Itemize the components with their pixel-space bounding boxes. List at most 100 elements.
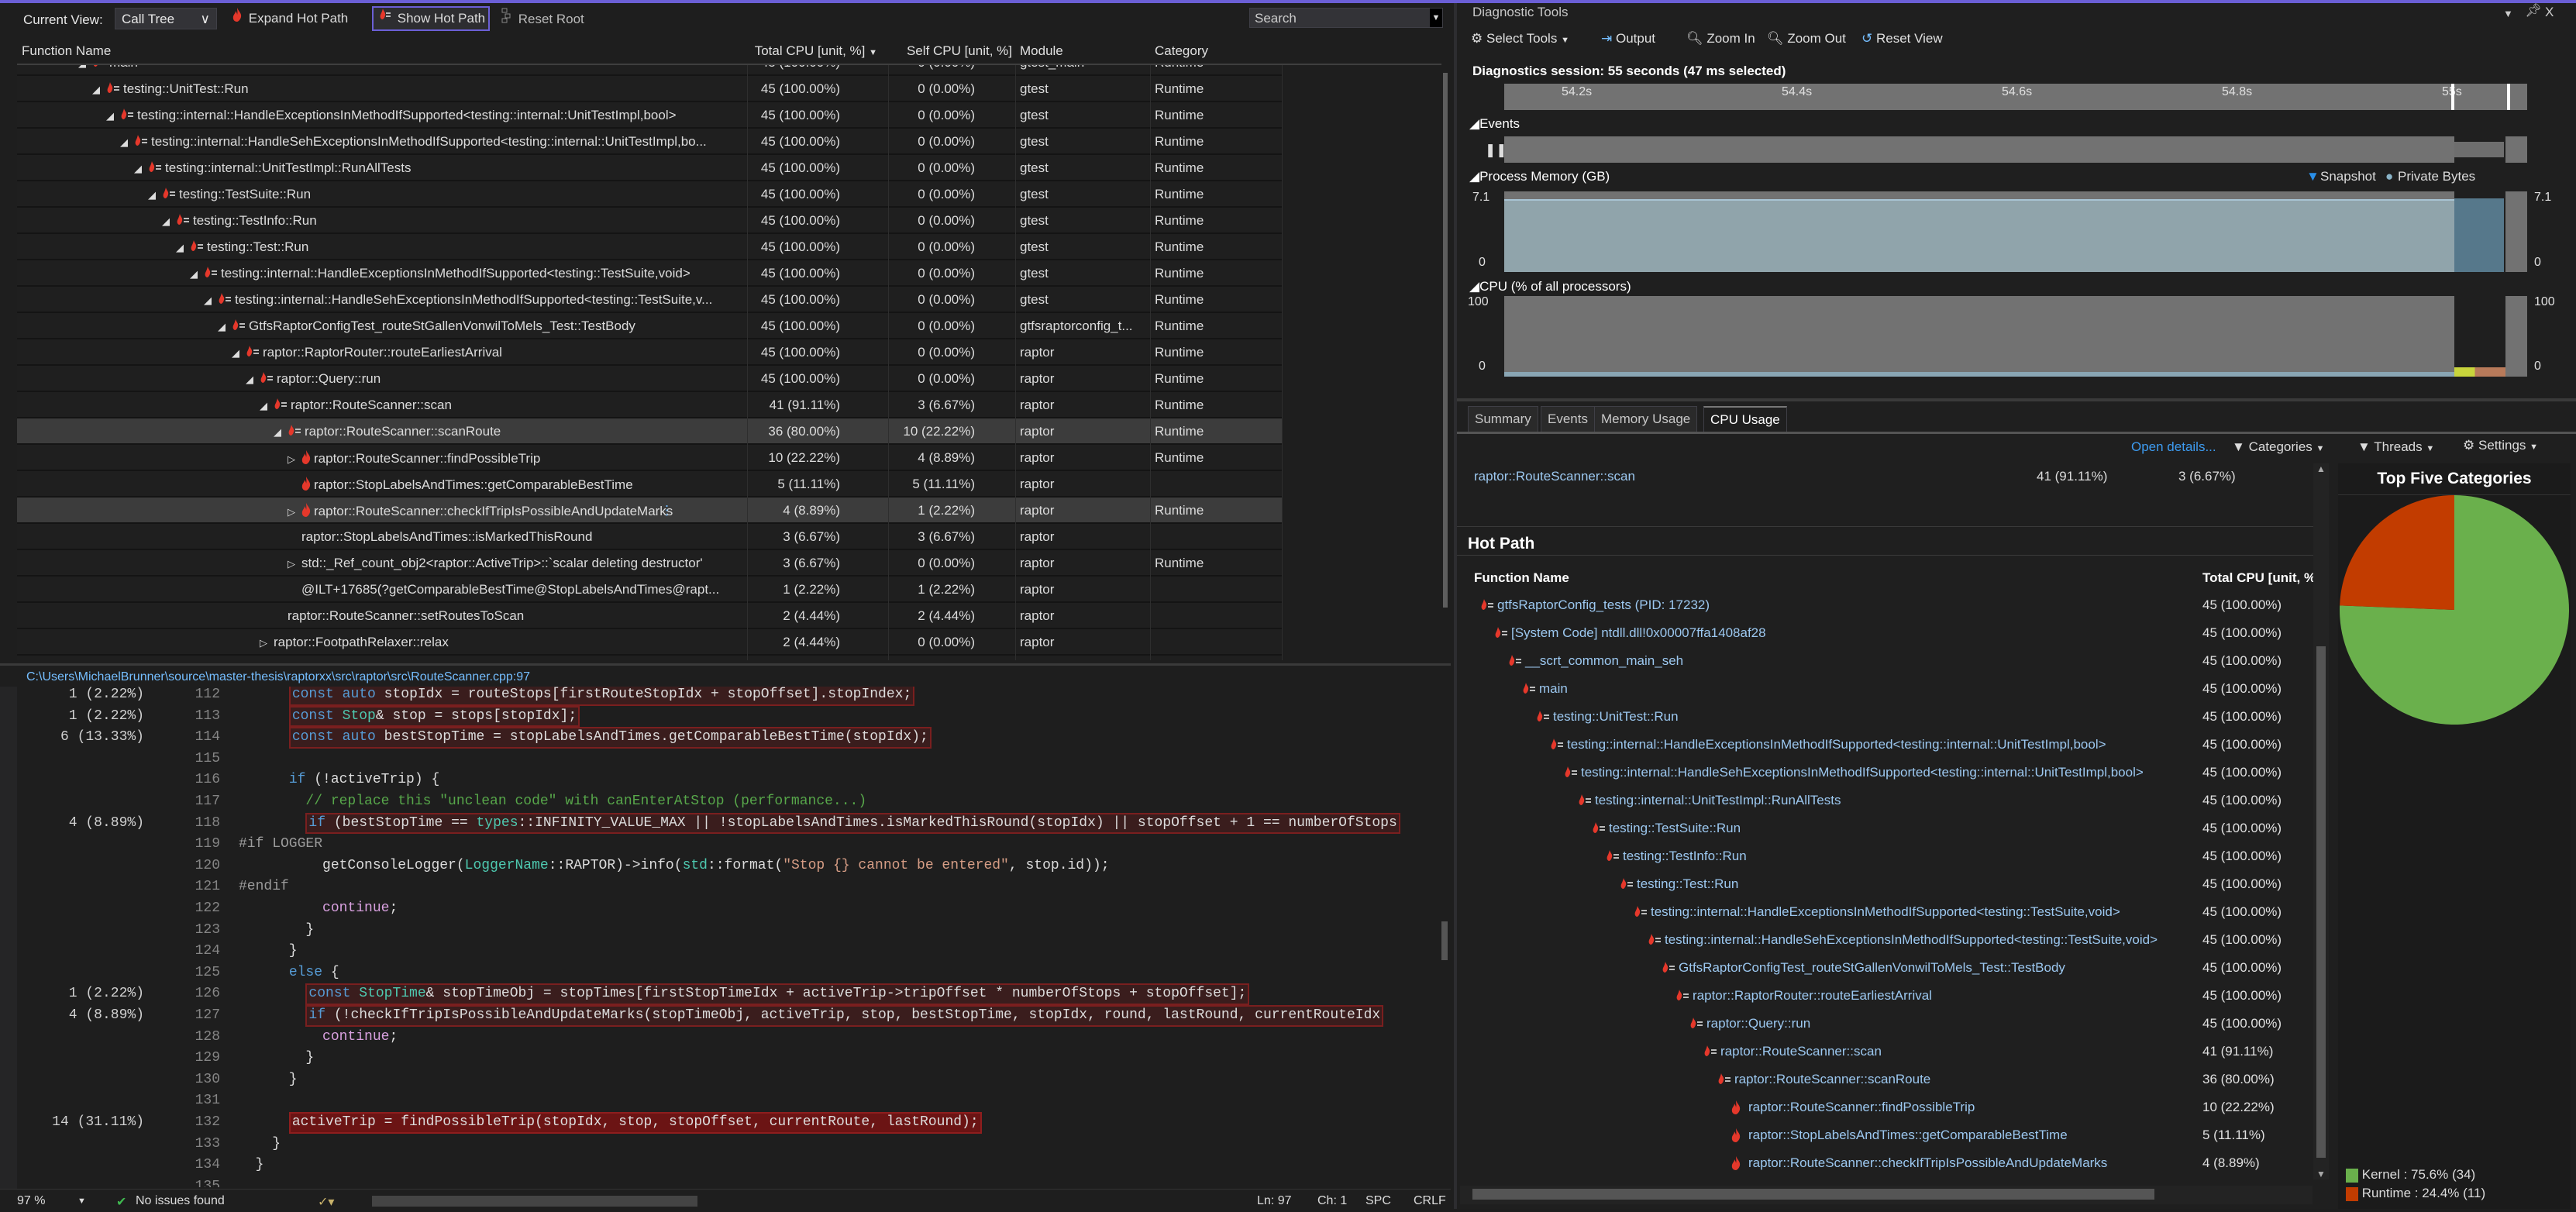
hot-path-row[interactable]: raptor::RouteScanner::checkIfTripIsPossi… xyxy=(1457,1150,2313,1178)
code-line[interactable]: 6 (13.33%) 114 const auto bestStopTime = … xyxy=(17,727,1441,749)
function-name[interactable]: GtfsRaptorConfigTest_routeStGallenVonwil… xyxy=(1679,960,2065,976)
function-name[interactable]: raptor::StopLabelsAndTimes::getComparabl… xyxy=(1748,1128,2068,1143)
editor-scroll-thumb[interactable] xyxy=(1441,921,1448,960)
expanded-icon[interactable]: ◢ xyxy=(148,189,162,201)
hot-path-row[interactable]: testing::Test::Run 45 (100.00%) xyxy=(1457,871,2313,899)
function-name[interactable]: testing::internal::HandleSehExceptionsIn… xyxy=(1581,765,2144,780)
pane-menu-dropdown[interactable]: ▼ xyxy=(2503,8,2513,19)
code-line[interactable]: 1 (2.22%) 113 const Stop& stop = stops[st… xyxy=(17,705,1441,728)
column-header-function-name[interactable]: Function Name xyxy=(22,43,111,59)
expand-hot-path-button[interactable]: Expand Hot Path xyxy=(232,8,348,31)
zoom-level[interactable]: 97 % xyxy=(17,1194,45,1208)
pin-icon[interactable]: 📌︎ xyxy=(2525,3,2542,19)
function-name[interactable]: testing::internal::HandleSehExceptionsIn… xyxy=(1665,932,2158,948)
expanded-icon[interactable]: ◢ xyxy=(232,347,246,360)
select-tools-button[interactable]: ⚙ Select Tools ▼ xyxy=(1471,31,1569,46)
table-row[interactable]: ◢ testing::TestSuite::Run 45 (100.00%) 0 (0… xyxy=(17,181,1282,208)
collapsed-icon[interactable]: ▷ xyxy=(260,637,274,649)
table-row[interactable]: ◢ raptor::RaptorRouter::routeEarliestArri… xyxy=(17,339,1282,366)
hot-path-row[interactable]: raptor::RaptorRouter::routeEarliestArriv… xyxy=(1457,983,2313,1011)
function-name[interactable]: testing::TestInfo::Run xyxy=(1623,849,1747,864)
code-line[interactable]: 129 } xyxy=(17,1048,1441,1069)
tab-memory-usage[interactable]: Memory Usage xyxy=(1594,406,1698,432)
expanded-icon[interactable]: ◢ xyxy=(260,400,274,412)
hot-path-row[interactable]: testing::internal::HandleExceptionsInMet… xyxy=(1457,732,2313,759)
hot-path-row[interactable]: testing::TestSuite::Run 45 (100.00%) xyxy=(1457,815,2313,843)
whitespace-mode[interactable]: SPC xyxy=(1365,1194,1391,1208)
function-name[interactable]: testing::internal::UnitTestImpl::RunAllT… xyxy=(1595,793,1841,808)
row-actions-icon[interactable]: ⋮ xyxy=(660,503,673,518)
horizontal-scroll-thumb[interactable] xyxy=(1472,1189,2154,1200)
source-file-path[interactable]: C:\Users\MichaelBrunner\source\master-th… xyxy=(26,670,530,684)
table-row[interactable]: ◢ raptor::RouteScanner::scanRoute 36 (80.0… xyxy=(17,418,1282,445)
code-line[interactable]: 135 xyxy=(17,1176,1441,1187)
table-row[interactable]: ◢ raptor::RouteScanner::scan 41 (91.11%) 3 … xyxy=(17,392,1282,418)
table-row[interactable]: ◢ raptor::Query::run 45 (100.00%) 0 (0.00%)… xyxy=(17,366,1282,392)
hot-path-row[interactable]: raptor::RouteScanner::scanRoute 36 (80.00… xyxy=(1457,1066,2313,1094)
expanded-icon[interactable]: ◢ xyxy=(190,268,204,281)
close-icon[interactable]: X xyxy=(2545,5,2554,20)
code-line[interactable]: 128 continue; xyxy=(17,1027,1441,1048)
timeline-ruler[interactable]: 54.2s 54.4s 54.6s 54.8s 55s xyxy=(1504,84,2527,110)
hot-path-row[interactable]: testing::UnitTest::Run 45 (100.00%) xyxy=(1457,704,2313,732)
table-row[interactable]: ◢ testing::Test::Run 45 (100.00%) 0 (0.00%)… xyxy=(17,234,1282,260)
expanded-icon[interactable]: ◢ xyxy=(120,136,134,149)
function-name[interactable]: raptor::RouteScanner::scanRoute xyxy=(1734,1072,1930,1087)
editor-horizontal-scrollbar[interactable] xyxy=(372,1196,697,1207)
expanded-icon[interactable]: ◢ xyxy=(274,426,288,439)
function-name[interactable]: testing::UnitTest::Run xyxy=(1553,709,1679,725)
function-name[interactable]: testing::Test::Run xyxy=(1637,876,1738,892)
threads-filter[interactable]: ▼︎ Threads ▼ xyxy=(2357,439,2434,455)
column-header-category[interactable]: Category xyxy=(1155,43,1208,59)
code-line[interactable]: 124 } xyxy=(17,941,1441,962)
hot-path-row[interactable]: gtfsRaptorConfig_tests (PID: 17232) 45 (1… xyxy=(1457,592,2313,620)
collapsed-icon[interactable]: ▷ xyxy=(288,558,301,570)
editor-vertical-scrollbar[interactable] xyxy=(1440,689,1451,1189)
line-ending[interactable]: CRLF xyxy=(1414,1194,1446,1208)
code-cleanup-icon[interactable]: ✓▾ xyxy=(318,1194,334,1210)
code-line[interactable]: 117 // replace this "unclean code" with … xyxy=(17,791,1441,813)
code-line[interactable]: 4 (8.89%) 127 if (!checkIfTripIsPossibleA… xyxy=(17,1005,1441,1027)
expanded-icon[interactable]: ◢ xyxy=(246,374,260,386)
function-name[interactable]: [System Code] ntdll.dll!0x00007ffa1408af… xyxy=(1511,625,1766,641)
selection-end-handle[interactable] xyxy=(2507,84,2510,110)
code-line[interactable]: 119 #if LOGGER xyxy=(17,834,1441,856)
selection-start-handle[interactable] xyxy=(2451,84,2454,110)
column-header-self-cpu[interactable]: Self CPU [unit, %] xyxy=(888,43,1012,59)
function-name[interactable]: testing::internal::HandleExceptionsInMet… xyxy=(1567,737,2106,752)
pie-slice-runtime[interactable] xyxy=(2340,495,2454,610)
function-name[interactable]: raptor::Query::run xyxy=(1706,1016,1810,1031)
selected-function-name[interactable]: raptor::RouteScanner::scan xyxy=(1474,469,1635,484)
function-name[interactable]: raptor::RouteScanner::scan xyxy=(1720,1044,1882,1059)
table-row[interactable]: ◢ testing::internal::HandleSehExceptionsI… xyxy=(17,129,1282,155)
function-name[interactable]: raptor::RouteScanner::findPossibleTrip xyxy=(1748,1100,1975,1115)
cpu-section-header[interactable]: ◢CPU (% of all processors) xyxy=(1469,279,1631,294)
tab-cpu-usage[interactable]: CPU Usage xyxy=(1703,406,1787,432)
code-line[interactable]: 122 continue; xyxy=(17,898,1441,920)
hot-path-row[interactable]: testing::internal::HandleSehExceptionsIn… xyxy=(1457,927,2313,955)
code-line[interactable]: 115 xyxy=(17,749,1441,770)
table-row[interactable]: @ILT+17685(?getComparableBestTime@StopLa… xyxy=(17,577,1282,603)
code-line[interactable]: 14 (31.11%) 132 activeTrip = findPossible… xyxy=(17,1112,1441,1134)
open-details-link[interactable]: Open details... xyxy=(2131,439,2216,455)
column-number[interactable]: Ch: 1 xyxy=(1317,1194,1347,1208)
memory-section-header[interactable]: ◢Process Memory (GB) xyxy=(1469,169,1610,184)
call-tree-scroll-thumb[interactable] xyxy=(1443,73,1448,608)
events-track[interactable] xyxy=(1504,136,2527,163)
zoom-out-button[interactable]: 🔍︎ Zoom Out xyxy=(1767,31,1846,46)
table-row[interactable]: ▷ raptor::RouteScanner::findPossibleTrip 1… xyxy=(17,445,1282,471)
hot-path-row[interactable]: raptor::RouteScanner::findPossibleTrip 10… xyxy=(1457,1094,2313,1122)
code-line[interactable]: 131 xyxy=(17,1090,1441,1112)
code-line[interactable]: 125 else { xyxy=(17,962,1441,984)
table-row[interactable]: ◢ testing::internal::UnitTestImpl::RunAll… xyxy=(17,155,1282,181)
hot-path-row[interactable]: GtfsRaptorConfigTest_routeStGallenVonwil… xyxy=(1457,955,2313,983)
expanded-icon[interactable]: ◢ xyxy=(106,110,120,122)
code-line[interactable]: 116 if (!activeTrip) { xyxy=(17,770,1441,791)
column-header-total-cpu[interactable]: Total CPU [unit, %] ▼ xyxy=(753,43,877,59)
expanded-icon[interactable]: ◢ xyxy=(162,215,176,228)
cpu-chart[interactable] xyxy=(1504,296,2527,377)
table-row[interactable]: ▷ std::_Ref_count_obj2<raptor::ActiveTrip… xyxy=(17,550,1282,577)
table-row[interactable]: ◢ testing::internal::HandleExceptionsInMe… xyxy=(17,260,1282,287)
hot-path-row[interactable]: [System Code] ntdll.dll!0x00007ffa1408af… xyxy=(1457,620,2313,648)
hot-path-row[interactable]: testing::TestInfo::Run 45 (100.00%) xyxy=(1457,843,2313,871)
